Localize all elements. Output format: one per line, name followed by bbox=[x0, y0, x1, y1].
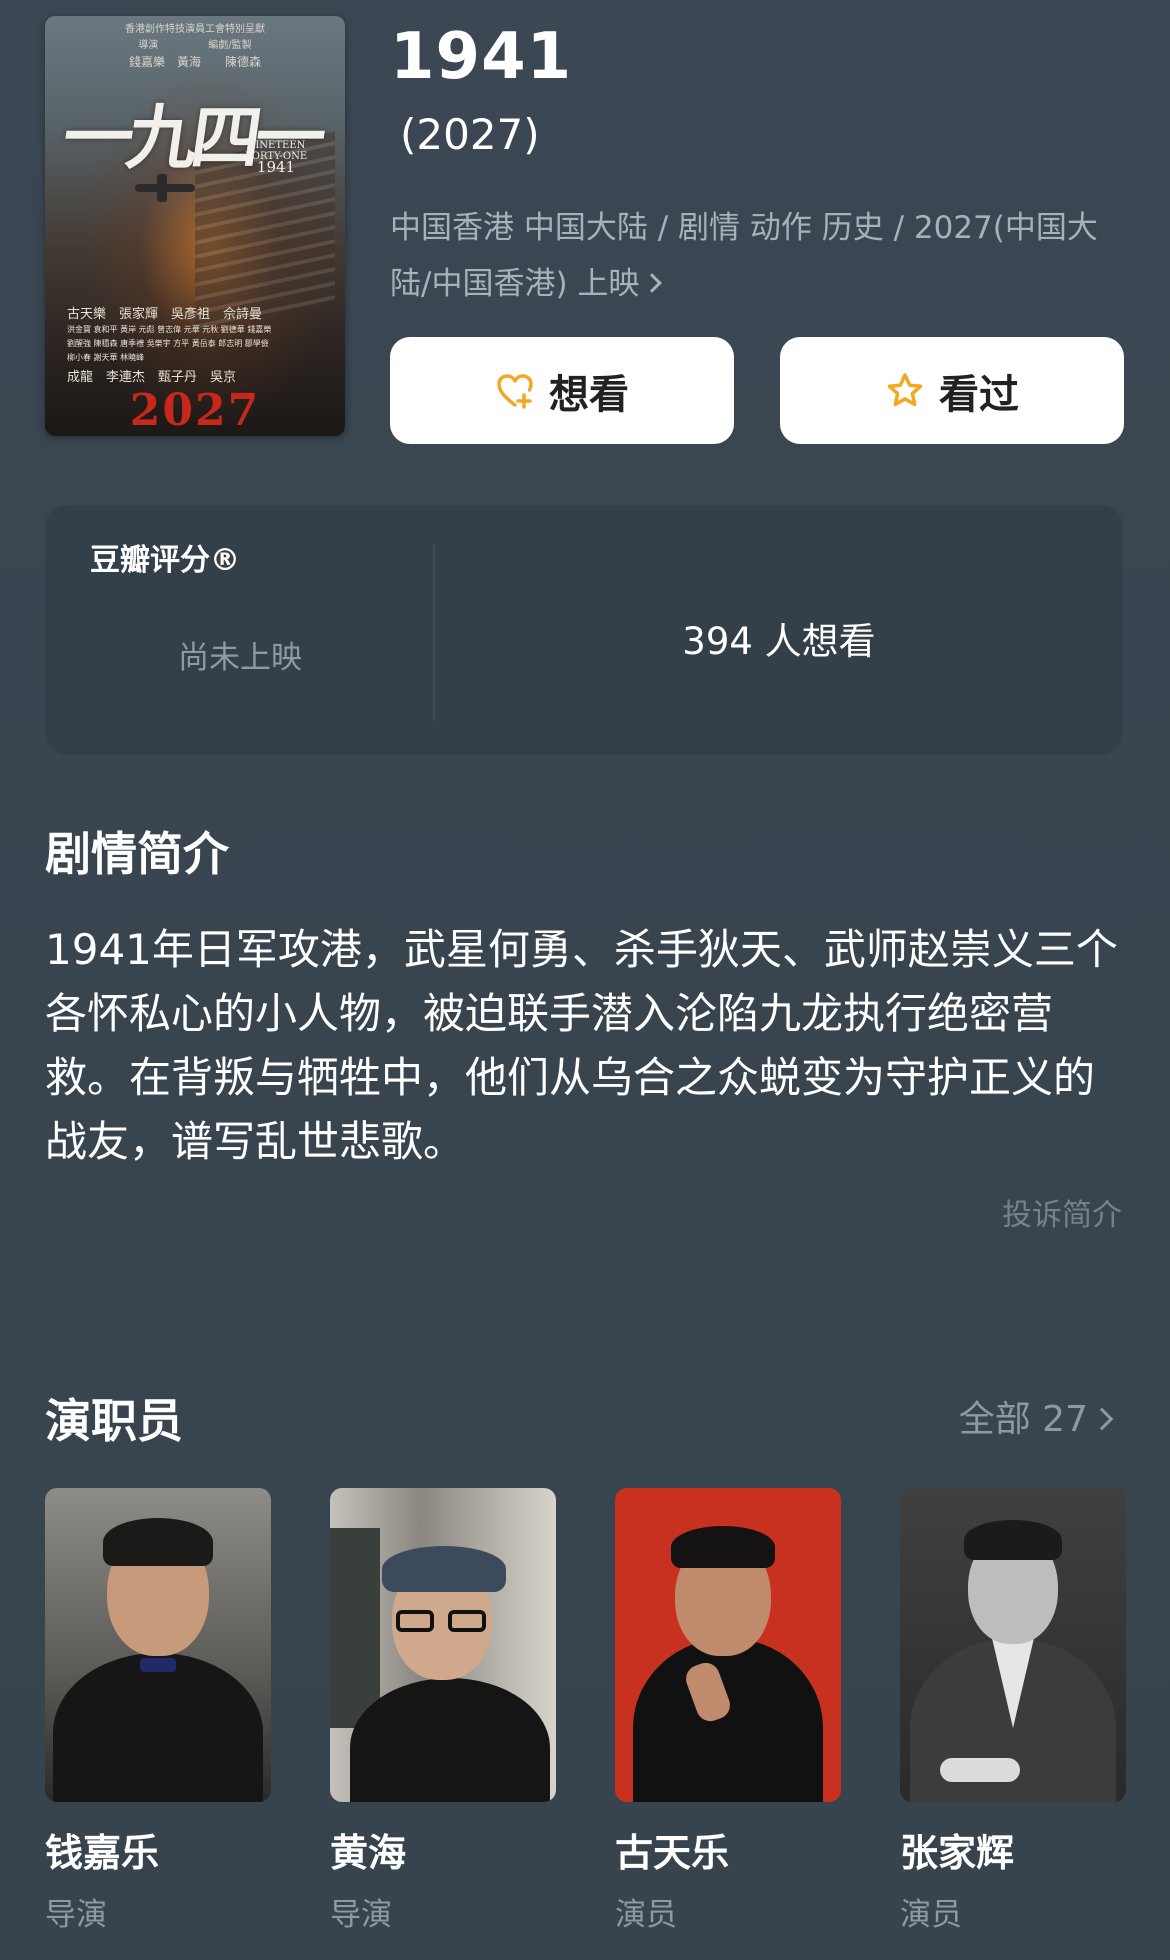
want-to-watch-button[interactable]: 想看 bbox=[390, 337, 734, 444]
view-all-cast-label: 全部 27 bbox=[958, 1399, 1088, 1440]
cast-member[interactable]: 黄海 导演 bbox=[330, 1488, 556, 1934]
chevron-right-icon bbox=[642, 273, 663, 293]
poster-cast-line: 成龍 李連杰 甄子丹 吳京 bbox=[67, 370, 237, 385]
poster-credits-line: 錢嘉樂 黃海 陳德森 bbox=[128, 55, 261, 69]
chevron-right-icon bbox=[1090, 1407, 1114, 1431]
watched-label: 看过 bbox=[939, 371, 1019, 418]
cast-photo bbox=[900, 1488, 1126, 1802]
want-count[interactable]: 394 人想看 bbox=[435, 611, 1123, 665]
cast-member[interactable]: 古天乐 演员 bbox=[615, 1488, 841, 1934]
poster-cast-line: 柳小春 謝天華 林曉峰 bbox=[67, 353, 145, 362]
cast-photo bbox=[615, 1488, 841, 1802]
poster-plane-art bbox=[135, 174, 195, 202]
cast-name: 古天乐 bbox=[615, 1831, 730, 1875]
movie-meta-info[interactable]: 中国香港 中国大陆 / 剧情 动作 历史 / 2027(中国大陆/中国香港) 上… bbox=[390, 200, 1130, 312]
poster-cast-line: 洪金寶 袁和平 黃岸 元彪 曾志偉 元華 元秋 劉德華 錢嘉樂 bbox=[67, 325, 272, 334]
star-icon bbox=[885, 371, 925, 411]
poster-cast-line: 古天樂 張家輝 吳彥祖 佘詩曼 bbox=[67, 307, 263, 322]
douban-rating-label: 豆瓣评分® bbox=[90, 543, 240, 578]
cast-list: 钱嘉乐 导演 黄海 导演 古天乐 演员 张家辉 演员 bbox=[45, 1488, 1126, 1933]
cast-heading: 演职员 bbox=[45, 1394, 183, 1448]
movie-detail-page: 香港創作特技演員工會特別呈獻 導演 編劇/監製 錢嘉樂 黃海 陳德森 一九四一 … bbox=[0, 0, 1170, 1960]
cast-role: 导演 bbox=[45, 1897, 107, 1933]
poster-year: 2027 bbox=[129, 385, 261, 436]
cast-photo bbox=[330, 1488, 556, 1802]
cast-name: 张家辉 bbox=[900, 1831, 1015, 1875]
poster-credits-line: 香港創作特技演員工會特別呈獻 bbox=[125, 24, 265, 35]
view-all-cast-link[interactable]: 全部 27 bbox=[958, 1390, 1114, 1442]
cast-role: 导演 bbox=[330, 1897, 392, 1933]
poster-credits-line: 導演 編劇/監製 bbox=[138, 40, 252, 51]
report-synopsis-link[interactable]: 投诉简介 bbox=[1002, 1190, 1122, 1234]
poster-cast-credits: 古天樂 張家輝 吳彥祖 佘詩曼 洪金寶 袁和平 黃岸 元彪 曾志偉 元華 元秋 … bbox=[67, 306, 335, 386]
synopsis-text[interactable]: 1941年日军攻港，武星何勇、杀手狄天、武师赵崇义三个各怀私心的小人物，被迫联手… bbox=[45, 918, 1125, 1174]
cast-name: 黄海 bbox=[330, 1831, 407, 1875]
watched-button[interactable]: 看过 bbox=[780, 337, 1124, 444]
poster-credits: 香港創作特技演員工會特別呈獻 導演 編劇/監製 錢嘉樂 黃海 陳德森 bbox=[45, 22, 345, 70]
poster-subtitle: NINETEEN FORTY-ONE 1941 bbox=[231, 140, 321, 176]
synopsis-heading: 剧情简介 bbox=[45, 827, 229, 881]
cast-photo bbox=[45, 1488, 271, 1802]
cast-role: 演员 bbox=[615, 1897, 677, 1933]
rating-status: 尚未上映 bbox=[178, 640, 302, 676]
cast-role: 演员 bbox=[900, 1897, 962, 1933]
want-to-watch-label: 想看 bbox=[549, 371, 629, 418]
heart-plus-icon bbox=[495, 371, 535, 411]
poster-subtitle-year: 1941 bbox=[256, 158, 296, 176]
movie-poster[interactable]: 香港創作特技演員工會特別呈獻 導演 編劇/監製 錢嘉樂 黃海 陳德森 一九四一 … bbox=[45, 16, 345, 436]
cast-member[interactable]: 张家辉 演员 bbox=[900, 1488, 1126, 1934]
movie-meta-text: 中国香港 中国大陆 / 剧情 动作 历史 / 2027(中国大陆/中国香港) 上… bbox=[390, 210, 1098, 302]
rating-card: 豆瓣评分® 尚未上映 394 人想看 bbox=[45, 505, 1123, 755]
poster-cast-line: 劉醒強 陳穩森 唐季禮 吳樂宇 方平 黃岳泰 郎志明 鄒學儉 bbox=[67, 339, 269, 348]
movie-title: 1941 bbox=[390, 20, 573, 94]
movie-year: (2027) bbox=[400, 110, 540, 159]
cast-member[interactable]: 钱嘉乐 导演 bbox=[45, 1488, 271, 1934]
cast-name: 钱嘉乐 bbox=[45, 1831, 160, 1875]
